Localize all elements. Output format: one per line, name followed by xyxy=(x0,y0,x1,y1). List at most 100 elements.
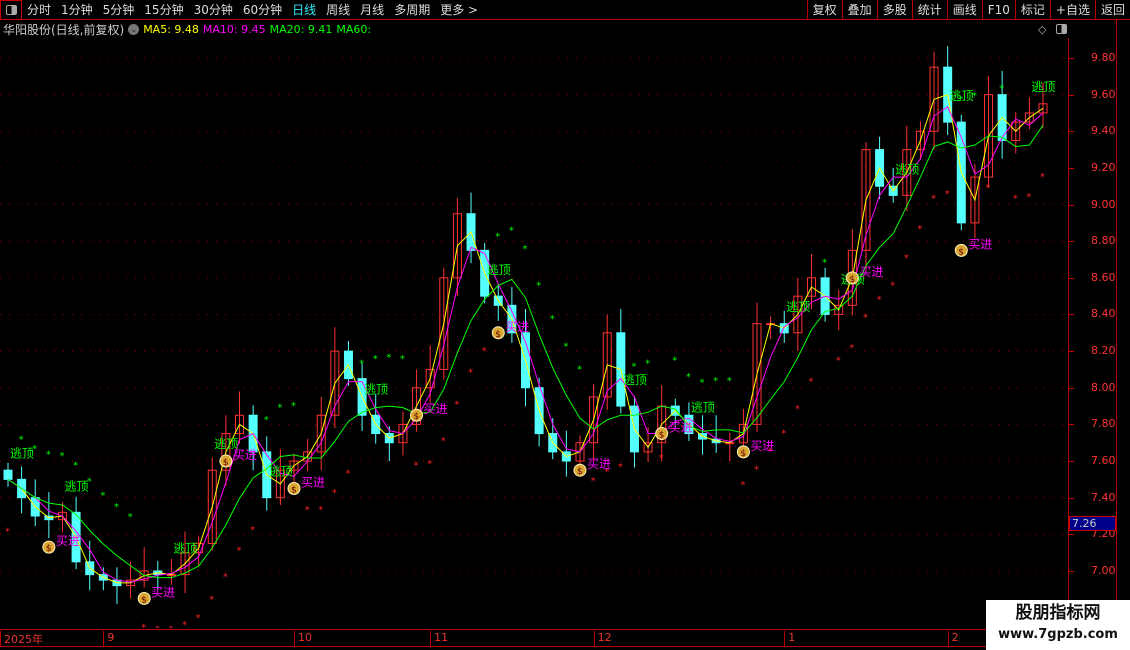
price-tick-label: 9.60 xyxy=(1091,87,1116,101)
red-star-marker: * xyxy=(427,459,432,470)
period-tabs: 分时 1分钟 5分钟 15分钟 30分钟 60分钟 日线 周线 月线 多周期 更多 > xyxy=(22,1,483,18)
green-star-marker: * xyxy=(400,354,405,365)
red-star-marker: * xyxy=(890,281,895,292)
escape-top-signal: 逃顶 xyxy=(173,542,197,556)
toolbar-button[interactable]: F10 xyxy=(981,0,1015,20)
toolbar-button[interactable]: 复权 xyxy=(806,0,842,20)
panel-toggle-icon[interactable] xyxy=(0,0,22,20)
green-star-marker: * xyxy=(291,401,296,412)
dollar-sign: $ xyxy=(46,544,52,554)
toolbar-button[interactable]: 画线 xyxy=(946,0,982,20)
escape-top-signal: 逃顶 xyxy=(623,373,647,387)
dollar-sign: $ xyxy=(577,467,583,477)
tab-period[interactable]: 更多 > xyxy=(435,1,483,18)
side-panel xyxy=(1116,20,1130,630)
green-star-marker: * xyxy=(100,490,105,501)
date-tick-label: 10 xyxy=(293,631,312,647)
green-star-marker: * xyxy=(686,372,691,383)
ma5-value: MA5: 9.48 xyxy=(143,22,199,36)
right-toolbar: 复权 叠加 多股 统计 画线 F10 标记 +自选 返回 xyxy=(806,0,1130,20)
date-tick-label: 11 xyxy=(430,631,448,647)
red-star-marker: * xyxy=(5,526,10,537)
toolbar-button[interactable]: 返回 xyxy=(1094,0,1130,20)
red-star-marker: * xyxy=(659,453,664,464)
green-star-marker: * xyxy=(700,378,705,389)
toolbar-button[interactable]: 叠加 xyxy=(841,0,877,20)
green-star-marker: * xyxy=(359,358,364,369)
green-star-marker: * xyxy=(495,232,500,243)
green-star-marker: * xyxy=(631,361,636,372)
chevron-down-icon[interactable]: ⌄ xyxy=(128,23,140,35)
green-star-marker: * xyxy=(672,355,677,366)
green-star-marker: * xyxy=(550,314,555,325)
dollar-sign: $ xyxy=(223,458,229,468)
red-star-marker: * xyxy=(332,488,337,499)
escape-top-signal: 逃顶 xyxy=(950,89,974,103)
red-star-marker: * xyxy=(618,462,623,473)
tab-period[interactable]: 分时 xyxy=(22,1,56,18)
tab-period[interactable]: 5分钟 xyxy=(98,1,140,18)
price-tick-label: 7.80 xyxy=(1091,417,1116,431)
toolbar-button[interactable]: 统计 xyxy=(911,0,947,20)
green-star-marker: * xyxy=(73,461,78,472)
price-tick-label: 9.40 xyxy=(1091,124,1116,138)
red-star-marker: * xyxy=(931,194,936,205)
red-star-marker: * xyxy=(917,224,922,235)
axis-tick xyxy=(1069,204,1074,206)
date-axis: 2025年 9 10 11 12 1 2 xyxy=(0,629,1068,647)
axis-tick xyxy=(1069,424,1074,426)
green-star-marker: * xyxy=(114,502,119,513)
green-star-marker: * xyxy=(386,352,391,363)
tab-period[interactable]: 多周期 xyxy=(389,1,435,18)
buy-signal: 买进 xyxy=(505,320,529,334)
toolbar-button[interactable]: 标记 xyxy=(1014,0,1050,20)
green-star-marker: * xyxy=(19,435,24,446)
diamond-icon[interactable]: ◇ xyxy=(1038,23,1046,36)
tab-period[interactable]: 30分钟 xyxy=(189,1,238,18)
red-star-marker: * xyxy=(414,461,419,472)
axis-tick xyxy=(1069,277,1074,279)
red-star-marker: * xyxy=(196,613,201,624)
price-tick-label: 8.40 xyxy=(1091,307,1116,321)
dollar-sign: $ xyxy=(849,275,855,285)
tab-period[interactable]: 日线 xyxy=(287,1,321,18)
dollar-sign: $ xyxy=(414,412,420,422)
green-star-marker: * xyxy=(264,415,269,426)
candlestick-chart[interactable]: * * * * * * * * * * * * * * * * * * * * * * * * * * * * * * * * * * * * * * * *… xyxy=(0,38,1068,628)
green-star-marker: * xyxy=(727,376,732,387)
red-star-marker: * xyxy=(754,465,759,476)
axis-tick xyxy=(1069,387,1074,389)
price-tick-label: 7.00 xyxy=(1091,563,1116,577)
tab-period[interactable]: 60分钟 xyxy=(238,1,287,18)
info-bar: 华阳股份(日线,前复权) ⌄ MA5: 9.48 MA10: 9.45 MA20… xyxy=(0,21,371,37)
tab-period[interactable]: 周线 xyxy=(321,1,355,18)
red-star-marker: * xyxy=(155,625,160,628)
red-star-marker: * xyxy=(877,294,882,305)
axis-tick xyxy=(1069,94,1074,96)
tab-period[interactable]: 1分钟 xyxy=(56,1,98,18)
axis-tick xyxy=(1069,314,1074,316)
panel-toggle-icon[interactable] xyxy=(1056,24,1067,34)
escape-top-signal: 逃顶 xyxy=(895,162,919,176)
axis-tick xyxy=(1069,351,1074,353)
date-tick-label: 2025年 xyxy=(0,631,43,647)
price-tick-label: 9.20 xyxy=(1091,160,1116,174)
buy-signal: 买进 xyxy=(968,237,992,251)
dollar-sign: $ xyxy=(740,449,746,459)
red-star-marker: * xyxy=(141,623,146,629)
toolbar-button[interactable]: +自选 xyxy=(1049,0,1095,20)
tab-period[interactable]: 月线 xyxy=(355,1,389,18)
buy-signal: 买进 xyxy=(587,457,611,471)
price-tick-label: 8.60 xyxy=(1091,270,1116,284)
green-star-marker: * xyxy=(373,354,378,365)
toolbar-button[interactable]: 多股 xyxy=(876,0,912,20)
red-star-marker: * xyxy=(237,545,242,556)
buy-signal: 买进 xyxy=(669,421,693,435)
date-tick-label: 12 xyxy=(593,631,612,647)
green-star-marker: * xyxy=(128,512,133,523)
watermark-url: www.7gpzb.com xyxy=(998,627,1118,642)
escape-top-signal: 逃顶 xyxy=(10,446,34,460)
tab-period[interactable]: 15分钟 xyxy=(139,1,188,18)
red-star-marker: * xyxy=(849,343,854,354)
buy-signal: 买进 xyxy=(859,265,883,279)
